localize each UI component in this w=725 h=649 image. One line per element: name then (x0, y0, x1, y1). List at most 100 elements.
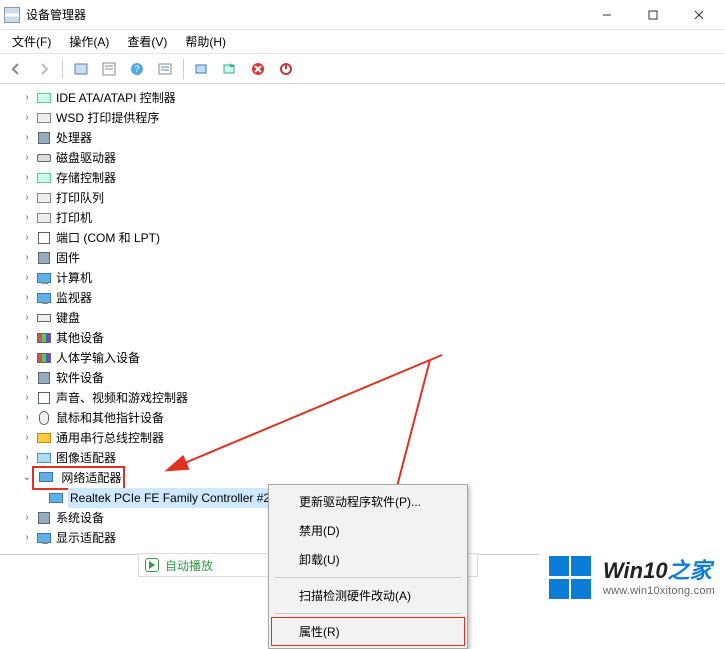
maximize-button[interactable] (631, 2, 675, 28)
expand-icon[interactable]: › (20, 88, 34, 108)
expand-icon[interactable]: › (20, 128, 34, 148)
svg-text:?: ? (134, 64, 139, 74)
expand-icon[interactable]: › (20, 228, 34, 248)
tree-label: 计算机 (56, 268, 92, 288)
tree-item[interactable]: ›磁盘驱动器 (10, 148, 725, 168)
autoplay-label: 自动播放 (165, 557, 213, 574)
tree-item[interactable]: › WSD 打印提供程序 (10, 108, 725, 128)
ctx-scan-hardware[interactable]: 扫描检测硬件改动(A) (271, 581, 465, 610)
tree-label: 人体学输入设备 (56, 348, 140, 368)
tree-item[interactable]: › 存储控制器 (10, 168, 725, 188)
expand-icon[interactable]: › (20, 288, 34, 308)
device-icon (36, 510, 52, 526)
watermark-url: www.win10xitong.com (603, 585, 715, 598)
toolbar-uninstall-icon[interactable] (246, 57, 270, 81)
device-icon (36, 310, 52, 326)
expand-icon[interactable]: › (20, 168, 34, 188)
device-icon (36, 190, 52, 206)
tree-item[interactable]: › IDE ATA/ATAPI 控制器 (10, 88, 725, 108)
tree-item[interactable]: › 打印队列 (10, 188, 725, 208)
ctx-separator (275, 577, 461, 578)
network-icon (38, 469, 54, 485)
ctx-uninstall[interactable]: 卸载(U) (271, 545, 465, 574)
device-icon (36, 90, 52, 106)
device-tree[interactable]: ›IDE ATA/ATAPI 控制器›WSD 打印提供程序›处理器›磁盘驱动器›… (0, 84, 725, 552)
expand-icon[interactable]: › (20, 348, 34, 368)
expand-icon[interactable]: › (20, 108, 34, 128)
tree-label: 打印队列 (56, 188, 104, 208)
tree-item[interactable]: ›图像适配器 (10, 448, 725, 468)
expand-icon[interactable]: › (20, 388, 34, 408)
tree-item[interactable]: › 计算机 (10, 268, 725, 288)
expand-icon[interactable]: › (20, 508, 34, 528)
menubar: 文件(F) 操作(A) 查看(V) 帮助(H) (0, 30, 725, 54)
menu-view[interactable]: 查看(V) (119, 31, 175, 52)
tree-label: 固件 (56, 248, 80, 268)
toolbar-disable-icon[interactable] (274, 57, 298, 81)
tree-item[interactable]: ›软件设备 (10, 368, 725, 388)
expand-icon[interactable]: › (20, 428, 34, 448)
tree-item[interactable]: ›打印机 (10, 208, 725, 228)
tree-item[interactable]: ›通用串行总线控制器 (10, 428, 725, 448)
tree-item[interactable]: › 人体学输入设备 (10, 348, 725, 368)
tree-item[interactable]: › 监视器 (10, 288, 725, 308)
expand-icon[interactable]: › (20, 268, 34, 288)
tree-label: WSD 打印提供程序 (56, 108, 159, 128)
tree-item[interactable]: › 端口 (COM 和 LPT) (10, 228, 725, 248)
ctx-properties[interactable]: 属性(R) (271, 617, 465, 646)
expand-icon[interactable]: › (20, 188, 34, 208)
network-icon (48, 490, 64, 506)
toolbar-update-icon[interactable] (218, 57, 242, 81)
titlebar: 设备管理器 (0, 0, 725, 30)
device-icon (36, 530, 52, 546)
toolbar-properties-icon[interactable] (97, 57, 121, 81)
expand-icon[interactable]: › (20, 408, 34, 428)
device-icon (36, 250, 52, 266)
device-icon (36, 230, 52, 246)
menu-action[interactable]: 操作(A) (61, 31, 117, 52)
device-icon (36, 290, 52, 306)
ctx-update-driver[interactable]: 更新驱动程序软件(P)... (271, 487, 465, 516)
expand-icon[interactable]: › (20, 528, 34, 548)
back-button[interactable] (4, 57, 28, 81)
expand-icon[interactable]: › (20, 248, 34, 268)
toolbar-help-icon[interactable]: ? (125, 57, 149, 81)
expand-icon[interactable]: › (20, 328, 34, 348)
expand-icon[interactable]: › (20, 208, 34, 228)
tree-label: Realtek PCIe FE Family Controller #2 (68, 488, 272, 508)
tree-item[interactable]: ›处理器 (10, 128, 725, 148)
ctx-disable[interactable]: 禁用(D) (271, 516, 465, 545)
tree-label: 存储控制器 (56, 168, 116, 188)
tree-label: 网络适配器 (61, 471, 121, 485)
tree-item[interactable]: › 声音、视频和游戏控制器 (10, 388, 725, 408)
expand-icon[interactable]: › (20, 148, 34, 168)
tree-item[interactable]: ›键盘 (10, 308, 725, 328)
tree-label: 声音、视频和游戏控制器 (56, 388, 188, 408)
device-icon (36, 450, 52, 466)
toolbar-separator (183, 59, 184, 79)
expand-icon[interactable]: › (20, 308, 34, 328)
close-button[interactable] (677, 2, 721, 28)
expand-icon[interactable]: › (20, 368, 34, 388)
tree-item[interactable]: › 固件 (10, 248, 725, 268)
window-controls (585, 2, 721, 28)
menu-file[interactable]: 文件(F) (4, 31, 59, 52)
expand-icon[interactable]: › (20, 448, 34, 468)
toolbar-list-icon[interactable] (153, 57, 177, 81)
tree-label: 端口 (COM 和 LPT) (56, 228, 160, 248)
tree-label: 鼠标和其他指针设备 (56, 408, 164, 428)
device-icon (36, 410, 52, 426)
toolbar-scan-icon[interactable] (190, 57, 214, 81)
minimize-button[interactable] (585, 2, 629, 28)
tree-label: 监视器 (56, 288, 92, 308)
menu-help[interactable]: 帮助(H) (177, 31, 234, 52)
device-icon (36, 430, 52, 446)
toolbar-console-icon[interactable] (69, 57, 93, 81)
window-title: 设备管理器 (26, 6, 585, 23)
tree-item[interactable]: ›其他设备 (10, 328, 725, 348)
forward-button[interactable] (32, 57, 56, 81)
tree-label: IDE ATA/ATAPI 控制器 (56, 88, 176, 108)
watermark-title: Win10之家 (603, 558, 715, 584)
tree-label: 显示适配器 (56, 528, 116, 548)
tree-item[interactable]: › 鼠标和其他指针设备 (10, 408, 725, 428)
